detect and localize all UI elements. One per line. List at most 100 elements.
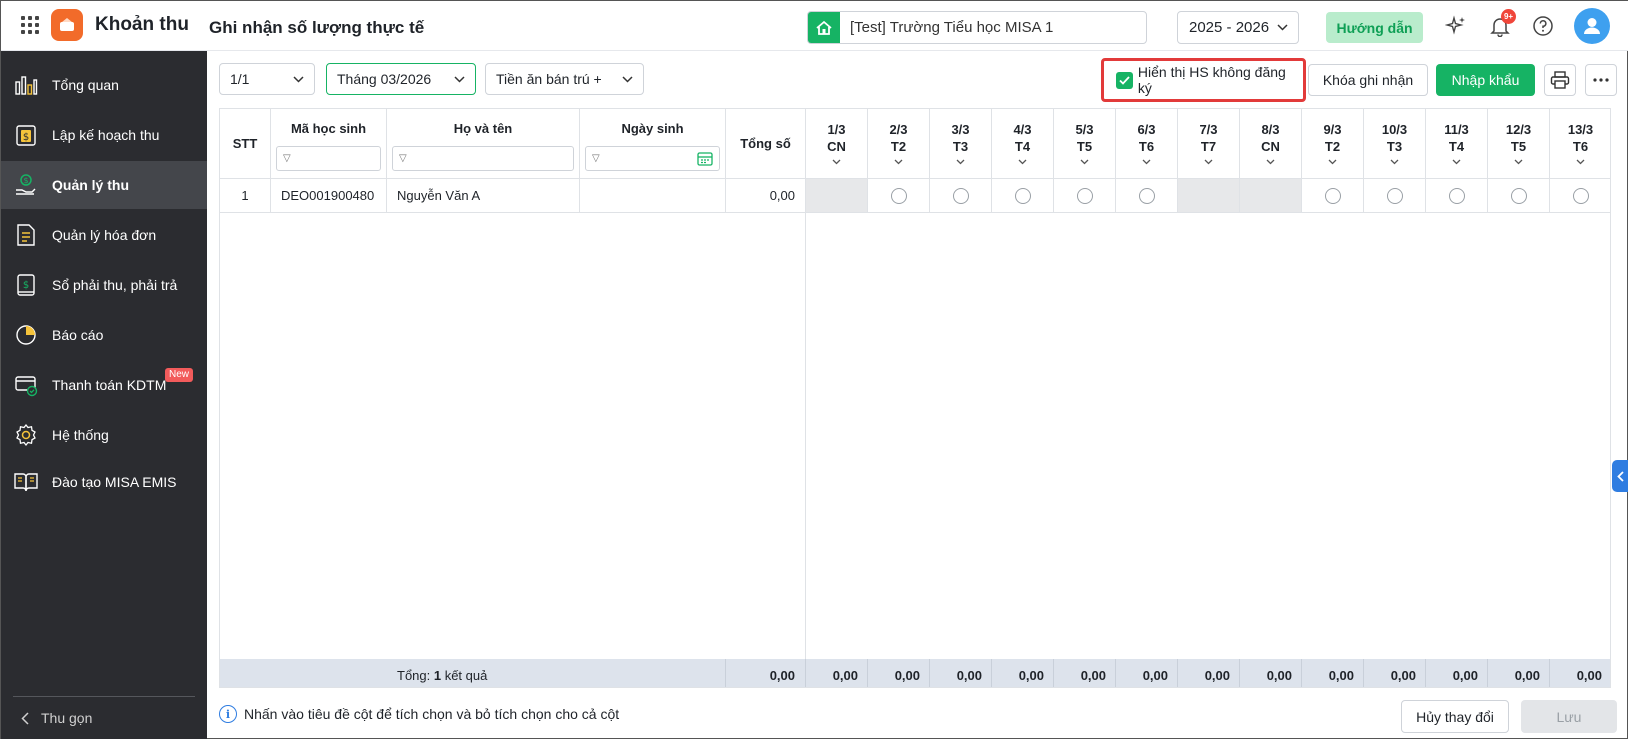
user-avatar[interactable] (1574, 8, 1610, 44)
header-student-code[interactable]: Mã học sinh ▽ (271, 109, 387, 179)
sidebar-item-label: Lập kế hoạch thu (52, 127, 160, 143)
sidebar-item-planning[interactable]: $ Lập kế hoạch thu (1, 111, 207, 159)
radio-icon[interactable] (1448, 187, 1465, 204)
footer-day-total: 0,00 (1240, 659, 1302, 687)
day-header[interactable]: 12/3 T5 (1488, 109, 1550, 179)
more-dots-icon (1593, 78, 1609, 82)
day-header[interactable]: 1/3 CN (806, 109, 868, 179)
chevron-down-icon (622, 75, 633, 83)
lock-recording-button[interactable]: Khóa ghi nhận (1308, 64, 1428, 96)
footer-spacer (220, 659, 387, 687)
class-select[interactable]: 1/1 (219, 63, 315, 95)
day-weekday: T2 (890, 139, 907, 154)
day-header[interactable]: 5/3 T5 (1054, 109, 1116, 179)
radio-icon[interactable] (952, 187, 969, 204)
day-cell[interactable] (1054, 179, 1116, 213)
svg-text:$: $ (23, 280, 29, 291)
side-panel-toggle[interactable] (1612, 460, 1628, 492)
dob-filter[interactable]: ▽ (585, 146, 720, 171)
day-weekday: T4 (1448, 139, 1465, 154)
radio-icon[interactable] (1324, 187, 1341, 204)
info-icon: i (219, 705, 237, 723)
cell-full-name: Nguyễn Văn A (387, 179, 580, 213)
chevron-down-icon (894, 159, 903, 165)
day-header[interactable]: 11/3 T4 (1426, 109, 1488, 179)
student-code-filter[interactable]: ▽ (276, 146, 381, 171)
day-header[interactable]: 8/3 CN (1240, 109, 1302, 179)
chevron-down-icon (1142, 159, 1151, 165)
sidebar-item-overview[interactable]: Tổng quan (1, 61, 207, 109)
calendar-icon[interactable] (697, 151, 713, 166)
day-cell[interactable] (1302, 179, 1364, 213)
radio-icon[interactable] (1572, 187, 1589, 204)
invoice-icon (13, 222, 39, 248)
ai-sparkle-icon[interactable] (1444, 14, 1468, 38)
print-button[interactable] (1544, 64, 1576, 96)
radio-icon[interactable] (1014, 187, 1031, 204)
sidebar-item-ledger[interactable]: $ Sổ phải thu, phải trả (1, 261, 207, 309)
day-weekday: T2 (1324, 139, 1341, 154)
printer-icon (1550, 71, 1570, 89)
sidebar-item-training[interactable]: Đào tạo MISA EMIS (1, 458, 207, 506)
collapse-sidebar-button[interactable]: Thu gọn (21, 710, 92, 726)
sidebar-item-label: Hệ thống (52, 427, 109, 443)
show-unregistered-label: Hiển thị HS không đăng ký (1137, 64, 1286, 96)
radio-icon[interactable] (1138, 187, 1155, 204)
footer-total: 0,00 (726, 659, 806, 687)
radio-icon[interactable] (1076, 187, 1093, 204)
day-header[interactable]: 13/3 T6 (1550, 109, 1610, 179)
day-header[interactable]: 3/3 T3 (930, 109, 992, 179)
footer-day-total: 0,00 (1488, 659, 1550, 687)
day-cell[interactable] (930, 179, 992, 213)
day-cell[interactable] (1550, 179, 1610, 213)
day-weekday: T5 (1510, 139, 1527, 154)
header-total[interactable]: Tổng số (726, 109, 806, 179)
sidebar-item-system[interactable]: Hệ thống (1, 411, 207, 459)
filter-icon: ▽ (399, 153, 407, 164)
header-dob[interactable]: Ngày sinh ▽ (580, 109, 726, 179)
school-year-select[interactable]: 2025 - 2026 (1177, 11, 1299, 44)
header-stt[interactable]: STT (220, 109, 271, 179)
day-header[interactable]: 4/3 T4 (992, 109, 1054, 179)
apps-grid-icon[interactable] (21, 16, 41, 36)
day-header[interactable]: 6/3 T6 (1116, 109, 1178, 179)
day-date: 9/3 (1323, 122, 1342, 137)
sidebar-item-reports[interactable]: Báo cáo (1, 311, 207, 359)
day-cell[interactable] (1488, 179, 1550, 213)
full-name-filter[interactable]: ▽ (392, 146, 574, 171)
radio-icon[interactable] (1386, 187, 1403, 204)
guide-button[interactable]: Hướng dẫn (1326, 12, 1423, 43)
help-icon[interactable] (1531, 14, 1555, 38)
sidebar-item-collection[interactable]: $ Quản lý thu (1, 161, 207, 209)
day-header[interactable]: 2/3 T2 (868, 109, 930, 179)
day-header[interactable]: 10/3 T3 (1364, 109, 1426, 179)
day-cell[interactable] (1426, 179, 1488, 213)
sidebar-item-cashless[interactable]: Thanh toán KDTM New (1, 361, 207, 409)
show-unregistered-toggle[interactable]: Hiển thị HS không đăng ký (1101, 58, 1306, 102)
fee-select[interactable]: Tiền ăn bán trú + (485, 63, 644, 95)
day-header[interactable]: 9/3 T2 (1302, 109, 1364, 179)
radio-icon[interactable] (890, 187, 907, 204)
footer-day-total: 0,00 (1054, 659, 1116, 687)
import-button[interactable]: Nhập khẩu (1436, 64, 1535, 96)
day-weekday: T5 (1076, 139, 1093, 154)
day-cell[interactable] (1364, 179, 1426, 213)
day-cell[interactable] (868, 179, 930, 213)
chevron-down-icon (293, 75, 304, 83)
day-cell[interactable] (992, 179, 1054, 213)
header-full-name[interactable]: Họ và tên ▽ (387, 109, 580, 179)
month-select[interactable]: Tháng 03/2026 (326, 63, 476, 95)
more-button[interactable] (1585, 64, 1617, 96)
save-button[interactable]: Lưu (1521, 700, 1617, 733)
filter-icon: ▽ (592, 153, 600, 164)
sidebar-item-invoices[interactable]: Quản lý hóa đơn (1, 211, 207, 259)
school-selector[interactable]: [Test] Trường Tiểu học MISA 1 (807, 11, 1147, 44)
cancel-changes-button[interactable]: Hủy thay đổi (1401, 700, 1509, 733)
day-weekday: T7 (1200, 139, 1217, 154)
radio-icon[interactable] (1510, 187, 1527, 204)
day-header[interactable]: 7/3 T7 (1178, 109, 1240, 179)
frozen-column-divider (805, 213, 806, 659)
day-cell[interactable] (1116, 179, 1178, 213)
collapse-label: Thu gọn (41, 710, 93, 726)
checkbox-checked-icon[interactable] (1116, 71, 1133, 89)
